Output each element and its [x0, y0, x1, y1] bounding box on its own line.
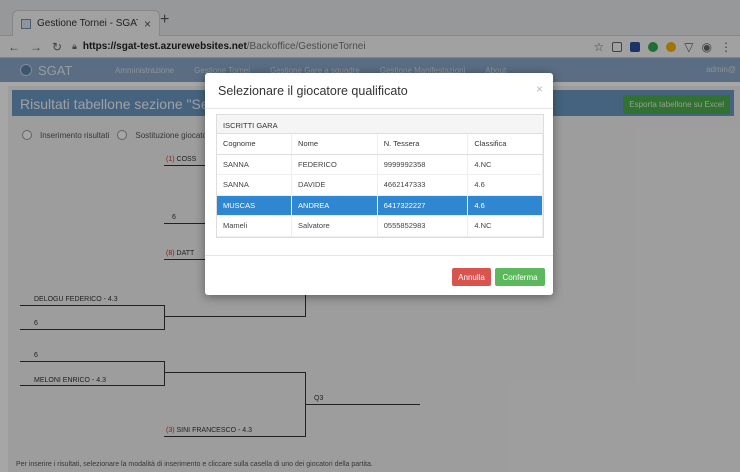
table-header-row: Cognome Nome N. Tessera Classifica [217, 134, 543, 155]
modal-title: Selezionare il giocatore qualificato [218, 84, 408, 98]
cell-cognome: MUSCAS [217, 195, 293, 216]
cell-nome: FEDERICO [291, 154, 378, 175]
table-row[interactable]: Mameli Salvatore 0555852983 4.NC [217, 215, 543, 237]
players-table: Cognome Nome N. Tessera Classifica SANNA… [217, 134, 543, 237]
cell-tessera: 4662147333 [377, 174, 469, 196]
cell-cognome: SANNA [217, 174, 293, 196]
cancel-button[interactable]: Annulla [452, 268, 491, 286]
cell-nome: DAVIDE [291, 174, 378, 196]
cell-cognome: Mameli [217, 215, 293, 237]
column-header: Cognome [217, 134, 293, 155]
panel-heading: ISCRITTI GARA [217, 115, 543, 134]
column-header: Classifica [467, 134, 543, 155]
cell-classifica: 4.6 [467, 174, 543, 196]
qualified-player-modal: Selezionare il giocatore qualificato × I… [205, 73, 553, 295]
players-panel: ISCRITTI GARA Cognome Nome N. Tessera Cl… [216, 114, 544, 238]
cell-cognome: SANNA [217, 154, 293, 175]
cell-classifica: 4.NC [467, 154, 543, 175]
cell-classifica: 4.NC [467, 215, 543, 237]
modal-footer-divider [205, 255, 553, 256]
cell-tessera: 0555852983 [377, 215, 469, 237]
close-icon[interactable]: × [536, 82, 543, 96]
cell-tessera: 9999992358 [377, 154, 469, 175]
cell-classifica: 4.6 [467, 195, 543, 216]
modal-divider [205, 108, 553, 109]
cell-nome: Salvatore [291, 215, 378, 237]
cell-nome: ANDREA [291, 195, 378, 216]
column-header: Nome [291, 134, 378, 155]
table-row[interactable]: SANNA FEDERICO 9999992358 4.NC [217, 154, 543, 175]
column-header: N. Tessera [377, 134, 469, 155]
confirm-button[interactable]: Conferma [495, 268, 545, 286]
cell-tessera: 6417322227 [377, 195, 469, 216]
table-row-selected[interactable]: MUSCAS ANDREA 6417322227 4.6 [217, 195, 543, 216]
table-row[interactable]: SANNA DAVIDE 4662147333 4.6 [217, 174, 543, 196]
